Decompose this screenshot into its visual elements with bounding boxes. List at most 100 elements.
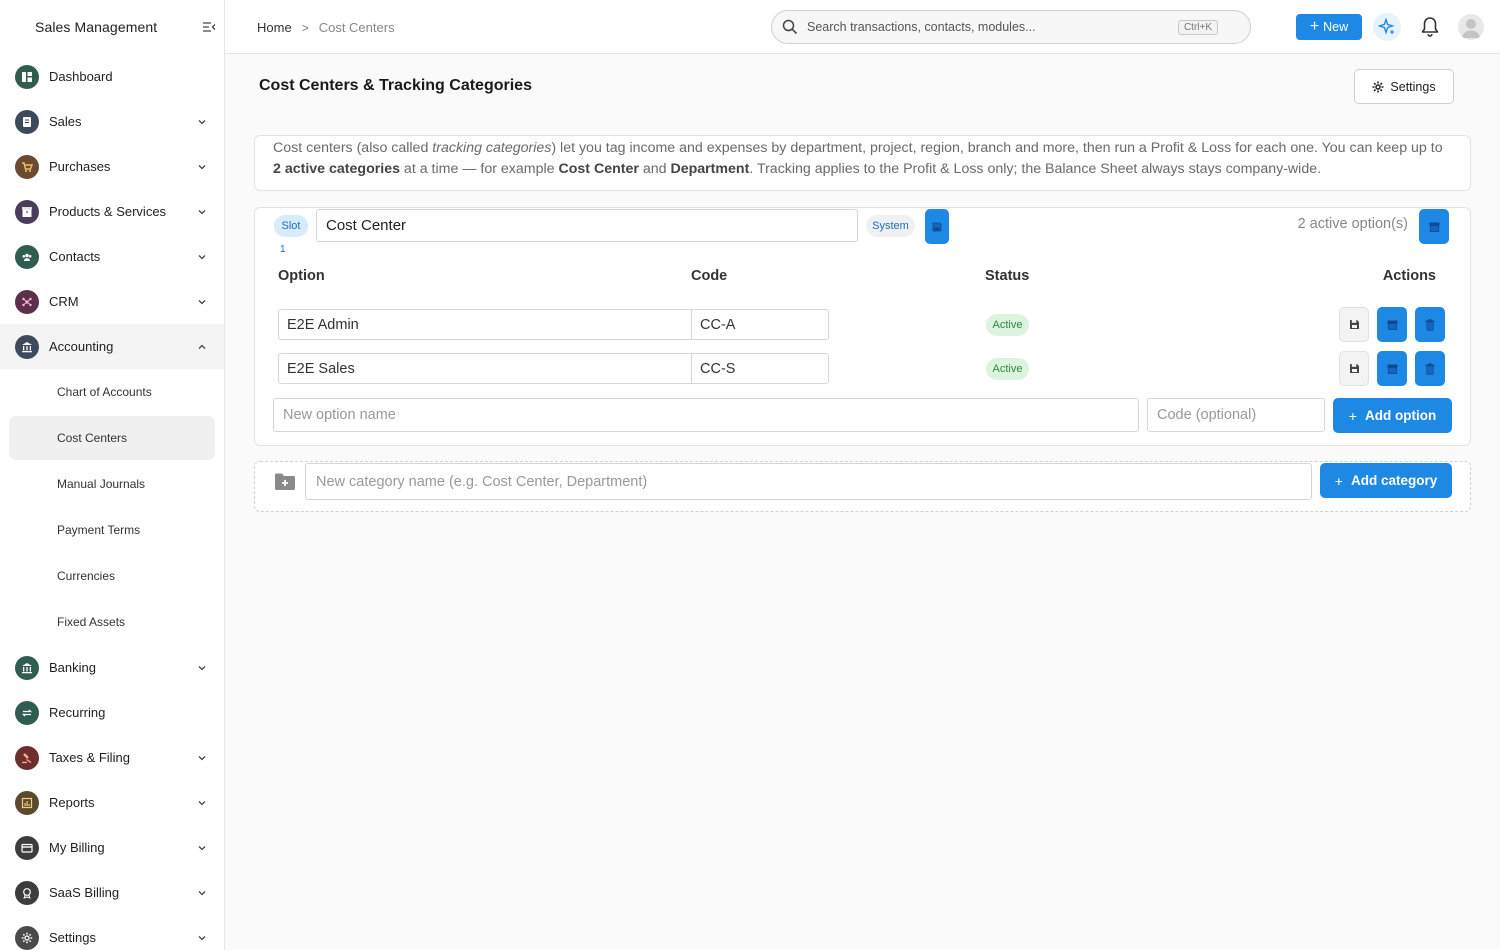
- trash-icon: [1425, 318, 1435, 331]
- info-text-4: and: [638, 161, 671, 177]
- new-option-code-input[interactable]: [1147, 398, 1325, 432]
- system-badge: System: [866, 215, 915, 237]
- sidebar-item-recurring[interactable]: Recurring: [0, 690, 224, 735]
- new-button[interactable]: + New: [1296, 14, 1362, 40]
- submenu-item-cost-centers[interactable]: Cost Centers: [9, 416, 215, 460]
- chevron-down-icon: [196, 797, 210, 809]
- search-shortcut: Ctrl+K: [1177, 19, 1218, 35]
- sidebar-item-taxes-and-filing[interactable]: Taxes & Filing: [0, 735, 224, 780]
- sidebar-item-settings[interactable]: Settings: [0, 915, 224, 950]
- archive-icon: [1429, 222, 1439, 232]
- archive-option-button[interactable]: [1377, 307, 1407, 342]
- badge-icon: [15, 880, 39, 905]
- sidebar-item-products-and-services[interactable]: Products & Services: [0, 189, 224, 234]
- column-header-status: Status: [985, 268, 1030, 284]
- new-category-row: + Add category: [254, 461, 1471, 512]
- trash-icon: [1425, 362, 1435, 375]
- bank-icon: [15, 655, 39, 680]
- info-text-1: Cost centers (also called: [273, 140, 433, 156]
- sidebar-item-crm[interactable]: CRM: [0, 279, 224, 324]
- save-option-button[interactable]: [1339, 351, 1369, 386]
- category-name-input[interactable]: [316, 209, 858, 242]
- sidebar-item-banking[interactable]: Banking: [0, 645, 224, 690]
- info-text-2: ) let you tag income and expenses by dep…: [551, 140, 1443, 156]
- submenu-item-payment-terms[interactable]: Payment Terms: [0, 507, 224, 553]
- chevron-down-icon: [196, 662, 210, 674]
- sidebar-item-label: CRM: [49, 294, 79, 309]
- search-icon: [782, 19, 798, 35]
- archive-category-button[interactable]: [1419, 209, 1449, 244]
- archive-icon: [1387, 364, 1397, 374]
- option-code-input[interactable]: [691, 309, 829, 340]
- option-row: Active: [255, 351, 1470, 387]
- chevron-down-icon: [196, 887, 210, 899]
- sidebar-item-contacts[interactable]: Contacts: [0, 234, 224, 279]
- user-avatar[interactable]: [1458, 14, 1484, 40]
- option-code-input[interactable]: [691, 353, 829, 384]
- folder-plus-icon: [274, 472, 296, 492]
- add-option-button[interactable]: + Add option: [1333, 398, 1452, 433]
- chevron-down-icon: [196, 251, 210, 263]
- option-row: Active: [255, 307, 1470, 343]
- box-icon: [15, 199, 39, 224]
- sidebar-item-label: Dashboard: [49, 69, 113, 84]
- sidebar-item-reports[interactable]: Reports: [0, 780, 224, 825]
- chevron-down-icon: [196, 932, 210, 944]
- sidebar-item-label: Recurring: [49, 705, 106, 720]
- breadcrumb: Home > Cost Centers: [257, 20, 395, 35]
- save-option-button[interactable]: [1339, 307, 1369, 342]
- submenu-item-chart-of-accounts[interactable]: Chart of Accounts: [0, 369, 224, 415]
- sidebar-item-label: Accounting: [49, 339, 114, 354]
- info-text-em: tracking categories: [432, 140, 552, 156]
- search-input[interactable]: [807, 20, 1178, 34]
- new-option-name-input[interactable]: [273, 398, 1139, 432]
- option-name-input[interactable]: [278, 309, 692, 340]
- billing-icon: [15, 835, 39, 860]
- info-bold-2: Cost Center: [558, 161, 639, 177]
- new-category-input[interactable]: [305, 463, 1312, 500]
- add-category-button[interactable]: + Add category: [1320, 463, 1452, 498]
- sidebar-item-label: Settings: [49, 930, 96, 945]
- sidebar-item-accounting[interactable]: Accounting: [0, 324, 224, 369]
- save-icon: [1349, 364, 1359, 373]
- sidebar-item-purchases[interactable]: Purchases: [0, 144, 224, 189]
- submenu-item-fixed-assets[interactable]: Fixed Assets: [0, 599, 224, 645]
- sales-icon: [15, 109, 39, 134]
- collapse-sidebar-icon[interactable]: [202, 20, 216, 34]
- info-bold-3: Department: [670, 161, 750, 177]
- sidebar: Sales Management Dashboard Sales Purchases…: [0, 0, 225, 950]
- sidebar-nav-lower: Banking Recurring Taxes & Filing Reports My …: [0, 645, 224, 950]
- option-name-input[interactable]: [278, 353, 692, 384]
- chevron-up-icon: [196, 341, 210, 353]
- main-content: Cost Centers & Tracking Categories Setti…: [225, 54, 1500, 950]
- sidebar-item-dashboard[interactable]: Dashboard: [0, 54, 224, 99]
- info-text-5: . Tracking applies to the Profit & Loss …: [749, 161, 1322, 177]
- submenu-item-currencies[interactable]: Currencies: [0, 553, 224, 599]
- plus-icon: +: [1334, 472, 1343, 489]
- sidebar-item-saas-billing[interactable]: SaaS Billing: [0, 870, 224, 915]
- chevron-down-icon: [196, 296, 210, 308]
- archive-option-button[interactable]: [1377, 351, 1407, 386]
- settings-button[interactable]: Settings: [1354, 69, 1454, 104]
- delete-option-button[interactable]: [1415, 351, 1445, 386]
- ai-assistant-button[interactable]: [1373, 13, 1401, 41]
- sidebar-nav: Dashboard Sales Purchases Products & Servic…: [0, 54, 224, 369]
- sidebar-item-label: Contacts: [49, 249, 101, 264]
- breadcrumb-separator: >: [301, 20, 309, 35]
- global-search[interactable]: Ctrl+K: [771, 10, 1251, 44]
- sidebar-item-label: Banking: [49, 660, 96, 675]
- chevron-down-icon: [196, 752, 210, 764]
- plus-icon: +: [1348, 407, 1357, 424]
- column-header-actions: Actions: [1382, 268, 1436, 284]
- accounting-submenu: Chart of Accounts Cost Centers Manual Jour…: [0, 369, 224, 645]
- save-category-button[interactable]: [925, 209, 949, 244]
- delete-option-button[interactable]: [1415, 307, 1445, 342]
- sidebar-item-sales[interactable]: Sales: [0, 99, 224, 144]
- sidebar-item-label: Sales: [49, 114, 82, 129]
- notifications-bell-icon[interactable]: [1420, 16, 1440, 38]
- crm-icon: [15, 289, 39, 314]
- submenu-item-manual-journals[interactable]: Manual Journals: [0, 461, 224, 507]
- sidebar-item-my-billing[interactable]: My Billing: [0, 825, 224, 870]
- topbar: Home > Cost Centers Ctrl+K + New: [225, 0, 1500, 54]
- breadcrumb-home[interactable]: Home: [257, 20, 292, 35]
